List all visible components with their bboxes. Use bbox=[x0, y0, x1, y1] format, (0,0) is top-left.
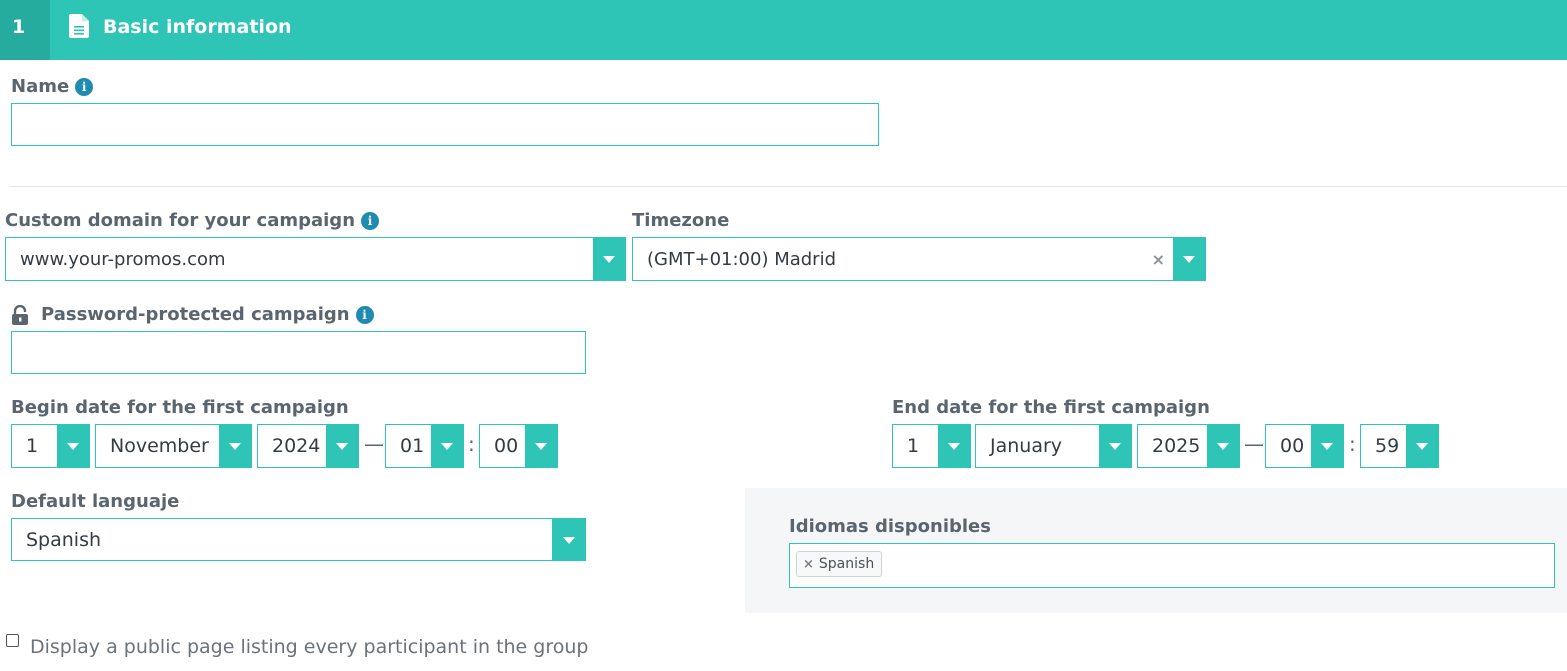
chevron-down-icon[interactable] bbox=[1207, 425, 1239, 467]
date-time-separator: — bbox=[1244, 432, 1264, 456]
chevron-down-icon[interactable] bbox=[552, 519, 585, 560]
begin-minute-value: 00 bbox=[494, 435, 519, 457]
info-icon[interactable]: i bbox=[355, 306, 374, 324]
public-page-checkbox-label[interactable]: Display a public page listing every part… bbox=[30, 634, 588, 660]
language-tag-label: Spanish bbox=[818, 556, 875, 572]
chevron-down-icon[interactable] bbox=[525, 425, 557, 467]
section-title: Basic information bbox=[103, 16, 292, 38]
end-day-select[interactable]: 1 bbox=[892, 424, 971, 468]
begin-year-select[interactable]: 2024 bbox=[257, 424, 359, 468]
available-languages-input[interactable]: × Spanish bbox=[789, 543, 1555, 588]
default-language-value: Spanish bbox=[26, 528, 102, 551]
end-date-label: End date for the first campaign bbox=[892, 397, 1210, 418]
chevron-down-icon[interactable] bbox=[431, 425, 463, 467]
info-icon[interactable]: i bbox=[75, 78, 94, 96]
end-month-value: January bbox=[990, 435, 1063, 457]
chevron-down-icon[interactable] bbox=[219, 425, 251, 467]
divider bbox=[9, 186, 1567, 187]
file-text-icon bbox=[69, 14, 89, 38]
unlock-icon bbox=[12, 305, 28, 325]
end-year-select[interactable]: 2025 bbox=[1137, 424, 1240, 468]
date-time-separator: — bbox=[364, 432, 384, 456]
chevron-down-icon[interactable] bbox=[938, 425, 970, 467]
time-separator: : bbox=[1349, 432, 1356, 456]
password-label-text: Password-protected campaign bbox=[41, 304, 350, 325]
chevron-down-icon[interactable] bbox=[1406, 425, 1438, 467]
name-label-text: Name bbox=[11, 76, 70, 97]
time-separator: : bbox=[468, 432, 475, 456]
public-page-checkbox[interactable] bbox=[6, 634, 19, 647]
timezone-value: (GMT+01:00) Madrid bbox=[647, 248, 837, 270]
begin-month-value: November bbox=[110, 435, 209, 457]
available-languages-label: Idiomas disponibles bbox=[789, 516, 991, 537]
end-year-value: 2025 bbox=[1152, 435, 1201, 457]
domain-label: Custom domain for your campaign i bbox=[5, 209, 380, 233]
name-label: Name i bbox=[11, 75, 94, 99]
info-icon[interactable]: i bbox=[361, 212, 380, 230]
chevron-down-icon[interactable] bbox=[1311, 425, 1343, 467]
domain-label-text: Custom domain for your campaign bbox=[5, 210, 356, 231]
domain-select[interactable]: www.your-promos.com bbox=[5, 237, 626, 281]
end-day-value: 1 bbox=[907, 435, 920, 457]
timezone-select[interactable]: (GMT+01:00) Madrid × bbox=[632, 237, 1206, 281]
begin-minute-select[interactable]: 00 bbox=[479, 424, 558, 468]
language-tag[interactable]: × Spanish bbox=[796, 551, 883, 577]
begin-year-value: 2024 bbox=[272, 435, 321, 457]
password-input[interactable] bbox=[11, 331, 586, 374]
begin-month-select[interactable]: November bbox=[95, 424, 252, 468]
begin-date-label: Begin date for the first campaign bbox=[11, 397, 349, 418]
chevron-down-icon[interactable] bbox=[1099, 425, 1131, 467]
begin-day-value: 1 bbox=[26, 435, 39, 457]
remove-tag-icon[interactable]: × bbox=[803, 557, 814, 572]
end-hour-value: 00 bbox=[1280, 435, 1305, 457]
end-hour-select[interactable]: 00 bbox=[1265, 424, 1344, 468]
end-month-select[interactable]: January bbox=[975, 424, 1132, 468]
end-minute-select[interactable]: 59 bbox=[1360, 424, 1439, 468]
timezone-label: Timezone bbox=[632, 210, 730, 231]
name-input[interactable] bbox=[11, 103, 879, 146]
end-minute-value: 59 bbox=[1375, 435, 1400, 457]
default-language-select[interactable]: Spanish bbox=[11, 518, 586, 561]
default-language-label: Default languaje bbox=[11, 491, 180, 512]
chevron-down-icon[interactable] bbox=[326, 425, 358, 467]
begin-hour-value: 01 bbox=[400, 435, 425, 457]
step-number: 1 bbox=[0, 0, 50, 60]
password-label: Password-protected campaign i bbox=[41, 303, 374, 327]
chevron-down-icon[interactable] bbox=[1173, 238, 1205, 280]
chevron-down-icon[interactable] bbox=[593, 238, 625, 280]
clear-icon[interactable]: × bbox=[1152, 238, 1165, 280]
domain-value: www.your-promos.com bbox=[20, 248, 226, 270]
chevron-down-icon[interactable] bbox=[57, 425, 89, 467]
begin-day-select[interactable]: 1 bbox=[11, 424, 90, 468]
begin-hour-select[interactable]: 01 bbox=[385, 424, 464, 468]
